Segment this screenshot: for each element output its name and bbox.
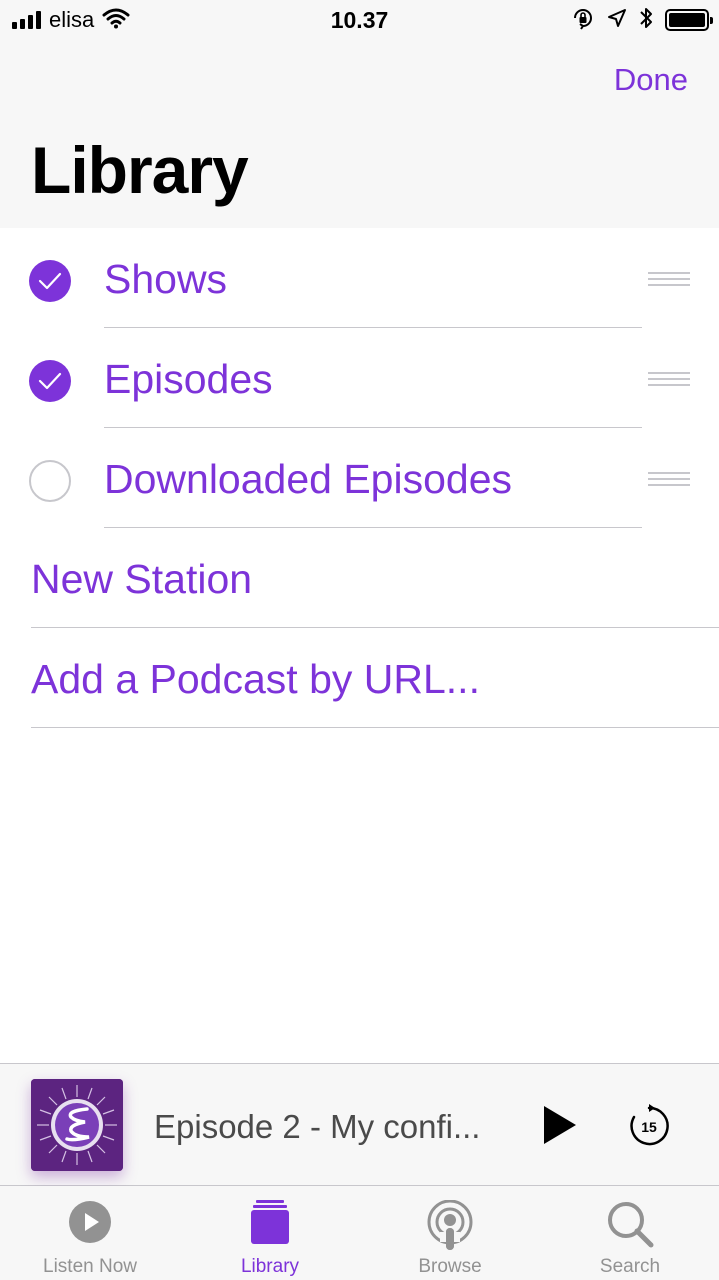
library-item-episodes[interactable]: Episodes: [0, 328, 719, 428]
tab-listen-now[interactable]: Listen Now: [0, 1186, 180, 1280]
mini-player[interactable]: Episode 2 - My confi... 15: [0, 1063, 719, 1186]
reorder-handle-icon[interactable]: [648, 472, 690, 486]
battery-icon: [665, 9, 713, 31]
add-podcast-url-label: Add a Podcast by URL...: [31, 656, 480, 702]
orientation-lock-icon: [571, 6, 595, 35]
library-item-label: Episodes: [104, 356, 273, 402]
library-item-label: Shows: [104, 256, 228, 302]
done-button[interactable]: Done: [614, 62, 688, 98]
play-icon[interactable]: [541, 1104, 579, 1146]
library-item-label: Downloaded Episodes: [104, 456, 512, 502]
tab-label: Listen Now: [43, 1256, 137, 1277]
reorder-handle-icon[interactable]: [648, 372, 690, 386]
bluetooth-icon: [639, 6, 653, 35]
new-station-button[interactable]: New Station: [0, 528, 719, 628]
new-station-label: New Station: [31, 556, 253, 602]
reorder-handle-icon[interactable]: [648, 272, 690, 286]
tab-label: Browse: [418, 1256, 482, 1277]
tab-label: Library: [240, 1256, 300, 1277]
location-icon: [607, 8, 627, 33]
library-item-shows[interactable]: Shows: [0, 228, 719, 328]
skip-seconds-label: 15: [641, 1119, 657, 1135]
skip-back-15-icon[interactable]: 15: [626, 1103, 672, 1149]
tab-bar: Listen Now Library Browse Search: [0, 1186, 719, 1280]
add-podcast-url-button[interactable]: Add a Podcast by URL...: [0, 628, 719, 728]
tab-browse[interactable]: Browse: [360, 1186, 540, 1280]
search-icon: [606, 1200, 654, 1253]
podcast-artwork[interactable]: [31, 1079, 123, 1171]
separator: [31, 727, 719, 728]
checkmark-icon[interactable]: [29, 260, 71, 302]
tab-label: Search: [599, 1256, 661, 1277]
status-bar: elisa 10.37: [0, 0, 719, 40]
podcast-icon: [426, 1199, 474, 1257]
library-item-downloaded-episodes[interactable]: Downloaded Episodes: [0, 428, 719, 528]
page-title: Library: [31, 133, 249, 207]
tab-library[interactable]: Library: [180, 1186, 360, 1280]
unchecked-circle-icon[interactable]: [29, 460, 71, 502]
play-circle-icon: [68, 1200, 112, 1249]
status-right: [571, 6, 713, 35]
library-stack-icon: [250, 1200, 290, 1251]
navigation-header: Done Library: [0, 40, 719, 228]
checkmark-icon[interactable]: [29, 360, 71, 402]
episode-title[interactable]: Episode 2 - My confi...: [154, 1108, 480, 1146]
tab-search[interactable]: Search: [540, 1186, 719, 1280]
